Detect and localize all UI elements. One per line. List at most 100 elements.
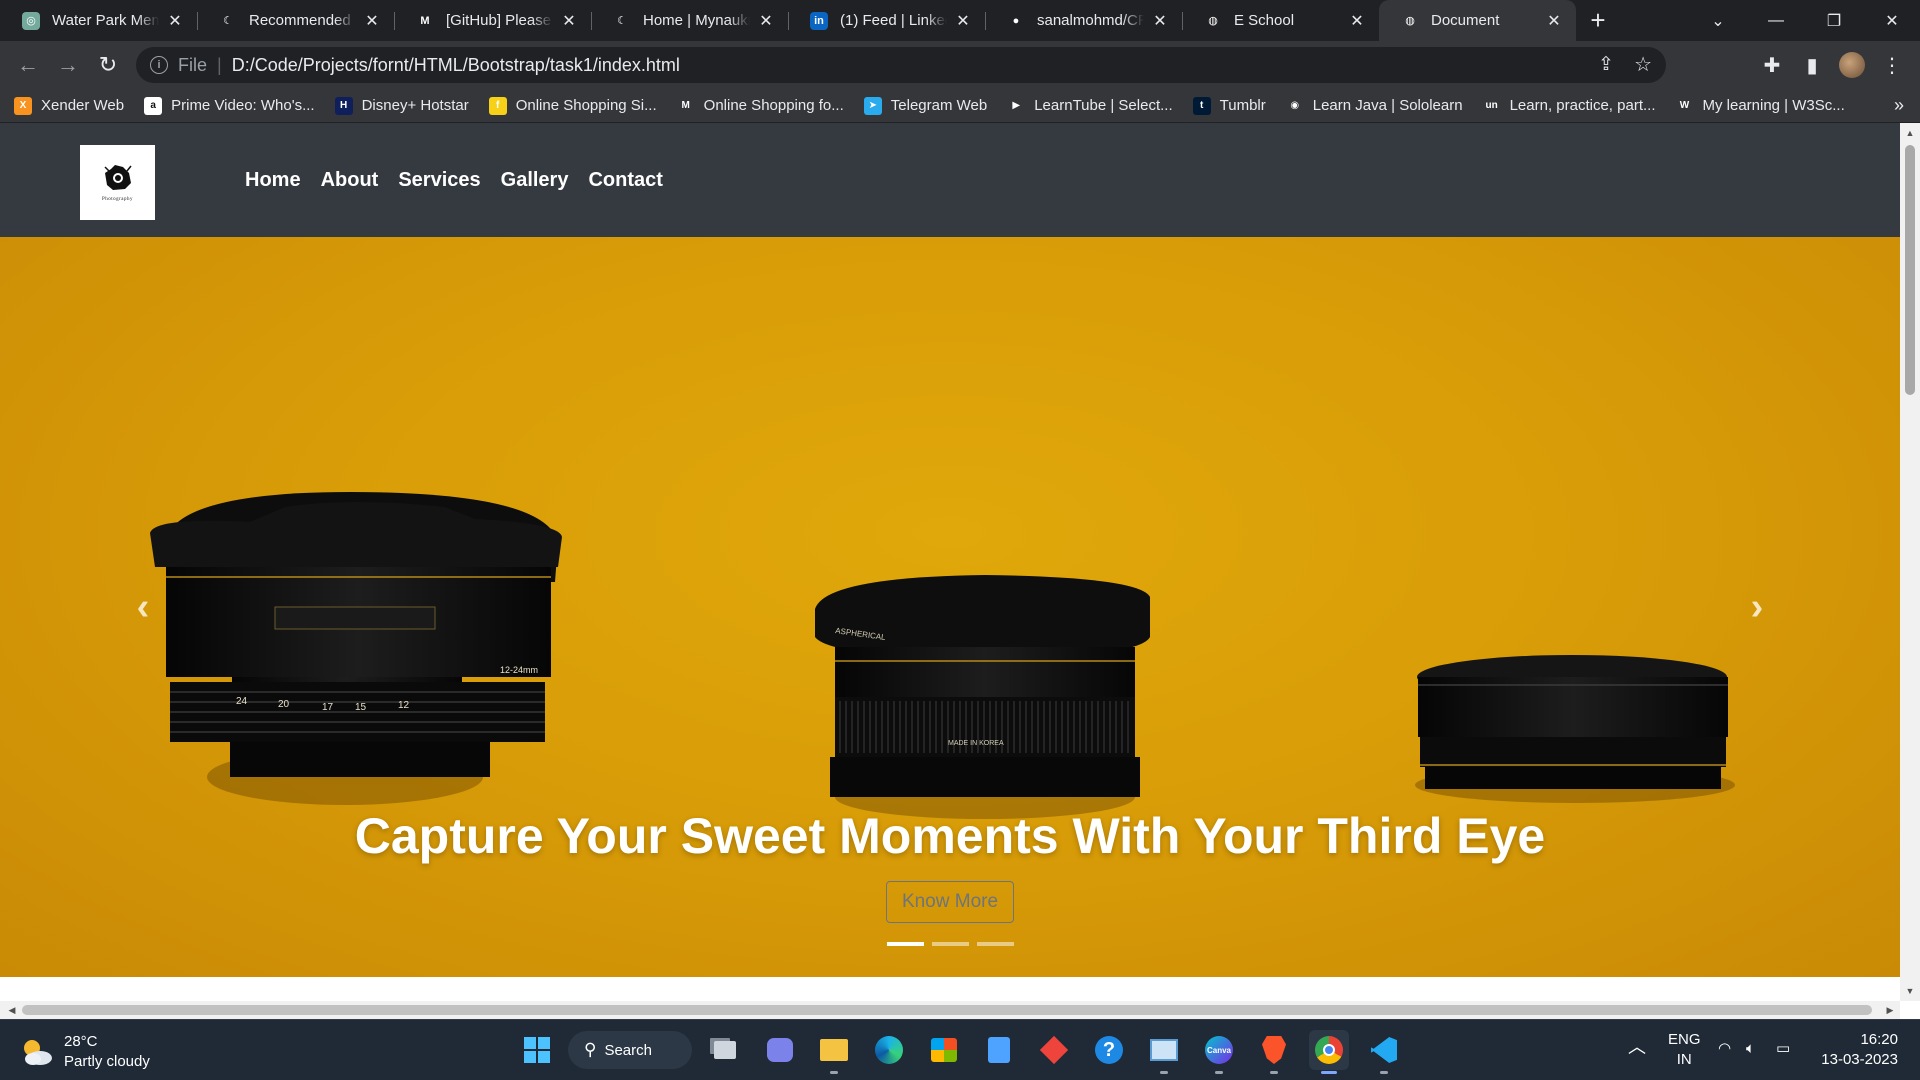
lens-focal-mark: 24	[236, 696, 248, 707]
brave-browser-icon[interactable]	[1254, 1030, 1294, 1074]
anydesk-icon[interactable]	[1034, 1030, 1074, 1070]
bookmark-item[interactable]: M Online Shopping fo...	[676, 96, 844, 115]
share-icon[interactable]: ⇪	[1598, 53, 1614, 76]
task-view-icon[interactable]	[705, 1030, 745, 1070]
site-logo[interactable]: Photography	[80, 145, 155, 220]
vscode-icon[interactable]	[1364, 1030, 1404, 1074]
restore-button[interactable]: ❐	[1806, 0, 1862, 41]
taskbar-search[interactable]: ⚲ Search	[568, 1031, 692, 1069]
close-icon[interactable]: ✕	[953, 11, 973, 31]
browser-tab[interactable]: in (1) Feed | LinkedIn ✕	[788, 0, 985, 41]
horizontal-scroll-thumb[interactable]	[22, 1005, 1872, 1015]
language-indicator[interactable]: ENG IN	[1668, 1030, 1701, 1070]
nav-link-contact[interactable]: Contact	[588, 169, 662, 192]
vertical-scrollbar[interactable]: ▲ ▼	[1900, 123, 1920, 1001]
address-bar[interactable]: i File | D:/Code/Projects/fornt/HTML/Boo…	[136, 47, 1666, 83]
nav-link-home[interactable]: Home	[245, 169, 301, 192]
bookmark-label: Learn Java | Sololearn	[1312, 97, 1463, 114]
scroll-left-icon[interactable]: ◀	[2, 1002, 22, 1018]
close-icon[interactable]: ✕	[165, 11, 185, 31]
back-button[interactable]: ←	[8, 45, 48, 85]
help-icon[interactable]: ?	[1089, 1030, 1129, 1070]
bookmark-item[interactable]: f Online Shopping Si...	[488, 96, 657, 115]
browser-tab[interactable]: ◎ Water Park Memo ✕	[0, 0, 197, 41]
performance-monitor-icon[interactable]	[1144, 1030, 1184, 1074]
close-window-button[interactable]: ✕	[1864, 0, 1920, 41]
edge-browser-icon[interactable]	[869, 1030, 909, 1070]
carousel-indicators	[0, 942, 1900, 946]
tab-search-chevron-icon[interactable]: ⌄	[1690, 0, 1746, 41]
forward-button[interactable]: →	[48, 45, 88, 85]
globe-icon: ◍	[1204, 11, 1222, 30]
chrome-browser-icon[interactable]	[1309, 1030, 1349, 1074]
bookmark-item[interactable]: a Prime Video: Who's...	[144, 96, 315, 115]
close-icon[interactable]: ✕	[1544, 11, 1564, 31]
vertical-scroll-thumb[interactable]	[1905, 145, 1915, 395]
learntube-icon: ▶	[1007, 96, 1026, 115]
carousel-next-icon[interactable]: ›	[1737, 586, 1777, 628]
volume-icon[interactable]: 🔈︎	[1746, 1039, 1755, 1059]
bookmark-item[interactable]: ▶ LearnTube | Select...	[1007, 96, 1173, 115]
telegram-icon: ➤	[863, 96, 882, 115]
weather-temp: 28°C	[64, 1033, 98, 1050]
scroll-right-icon[interactable]: ▶	[1880, 1002, 1900, 1018]
site-info-icon[interactable]: i	[150, 56, 168, 74]
nav-link-services[interactable]: Services	[398, 169, 480, 192]
windows-start-icon[interactable]	[517, 1030, 557, 1070]
w3schools-icon: W	[1675, 96, 1694, 115]
extensions-icon[interactable]: ✚	[1752, 45, 1792, 85]
carousel-indicator[interactable]	[931, 942, 969, 946]
close-icon[interactable]: ✕	[756, 11, 776, 31]
bookmark-item[interactable]: ➤ Telegram Web	[863, 96, 987, 115]
horizontal-scrollbar[interactable]: ◀ ▶	[0, 1001, 1900, 1019]
tab-title: sanalmohmd/CRU	[1037, 12, 1144, 29]
scroll-up-icon[interactable]: ▲	[1900, 125, 1920, 141]
browser-tab[interactable]: ◍ Document ✕	[1379, 0, 1576, 41]
carousel-prev-icon[interactable]: ‹	[123, 586, 163, 628]
weather-widget[interactable]: 28°C Partly cloudy	[20, 1032, 150, 1072]
bookmark-item[interactable]: W My learning | W3Sc...	[1675, 96, 1845, 115]
menu-kebab-icon[interactable]: ⋮	[1872, 45, 1912, 85]
new-tab-button[interactable]: +	[1576, 0, 1620, 41]
battery-icon[interactable]: ▭	[1776, 1039, 1790, 1059]
browser-tab[interactable]: ☾ Home | Mynaukri ✕	[591, 0, 788, 41]
bookmark-item[interactable]: ◉ Learn Java | Sololearn	[1285, 96, 1463, 115]
url-text[interactable]: D:/Code/Projects/fornt/HTML/Bootstrap/ta…	[232, 55, 680, 76]
notepad-icon[interactable]	[979, 1030, 1019, 1070]
microsoft-store-icon[interactable]	[924, 1030, 964, 1070]
side-panel-icon[interactable]: ▮	[1792, 45, 1832, 85]
bookmark-item[interactable]: H Disney+ Hotstar	[334, 96, 469, 115]
lens-focal-mark: 17	[322, 702, 334, 713]
bookmark-item[interactable]: X Xender Web	[14, 96, 124, 115]
scroll-down-icon[interactable]: ▼	[1900, 983, 1920, 999]
clock[interactable]: 16:20 13-03-2023	[1816, 1030, 1898, 1070]
wifi-icon[interactable]: ◠	[1718, 1039, 1731, 1059]
browser-tab[interactable]: M [GitHub] Please re ✕	[394, 0, 591, 41]
bookmark-star-icon[interactable]: ☆	[1634, 52, 1652, 77]
know-more-button[interactable]: Know More	[885, 881, 1015, 923]
browser-tab[interactable]: ● sanalmohmd/CRU ✕	[985, 0, 1182, 41]
teams-chat-icon[interactable]	[760, 1030, 800, 1070]
nav-link-about[interactable]: About	[321, 169, 379, 192]
carousel-indicator[interactable]	[886, 942, 924, 946]
bookmark-item[interactable]: un Learn, practice, part...	[1482, 96, 1655, 115]
file-explorer-icon[interactable]	[814, 1030, 854, 1074]
fisheye-lens: ASPHERICAL MADE IN KOREA	[815, 575, 1150, 819]
minimize-button[interactable]: —	[1748, 0, 1804, 41]
close-icon[interactable]: ✕	[1150, 11, 1170, 31]
browser-toolbar: ← → ↻ i File | D:/Code/Projects/fornt/HT…	[0, 41, 1920, 89]
bookmark-item[interactable]: t Tumblr	[1192, 96, 1266, 115]
browser-tab[interactable]: ☾ Recommended Jo ✕	[197, 0, 394, 41]
close-icon[interactable]: ✕	[362, 11, 382, 31]
show-hidden-icons-icon[interactable]: ︿	[1628, 1037, 1646, 1057]
browser-tab[interactable]: ◍ E School ✕	[1182, 0, 1379, 41]
carousel-indicator[interactable]	[976, 942, 1014, 946]
bookmark-label: Online Shopping Si...	[515, 97, 657, 114]
close-icon[interactable]: ✕	[559, 11, 579, 31]
close-icon[interactable]: ✕	[1347, 11, 1367, 31]
canva-icon[interactable]: Canva	[1199, 1030, 1239, 1074]
nav-link-gallery[interactable]: Gallery	[501, 169, 569, 192]
bookmarks-overflow-icon[interactable]: »	[1894, 95, 1904, 116]
profile-avatar[interactable]	[1832, 45, 1872, 85]
reload-button[interactable]: ↻	[88, 45, 128, 85]
